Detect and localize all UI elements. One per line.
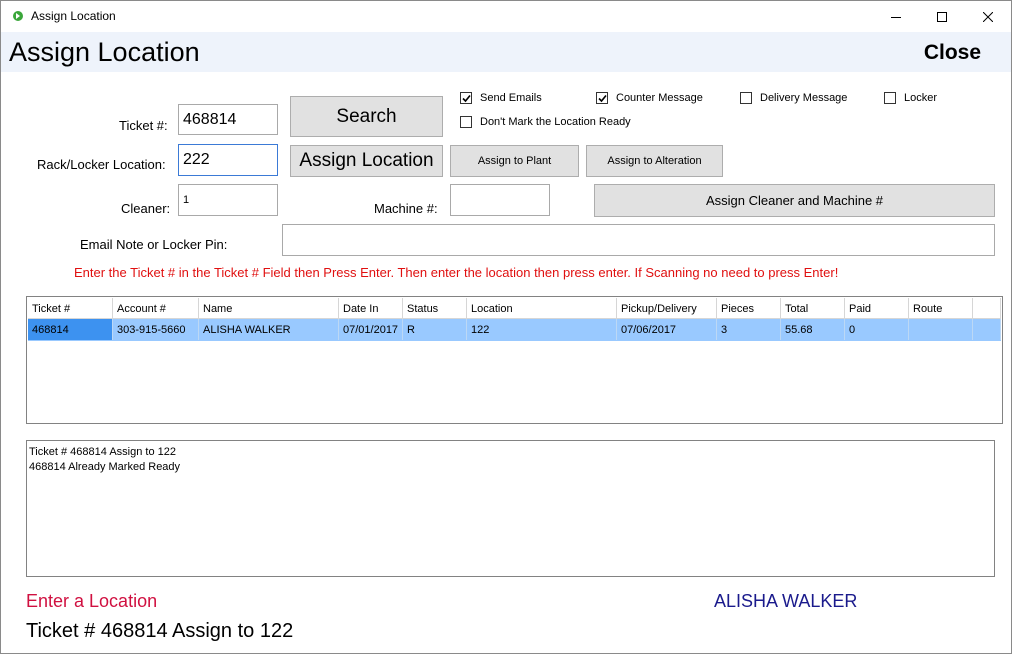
assign-to-alteration-button[interactable]: Assign to Alteration <box>586 145 723 177</box>
last-action-status: Ticket # 468814 Assign to 122 <box>26 620 294 642</box>
column-header[interactable]: Account # <box>113 298 199 319</box>
cell-filler <box>973 319 1001 340</box>
activity-log[interactable]: Ticket # 468814 Assign to 122 468814 Alr… <box>26 440 995 577</box>
cell-account[interactable]: 303-915-5660 <box>113 319 199 340</box>
table-row[interactable]: 468814 303-915-5660 ALISHA WALKER 07/01/… <box>28 319 1001 341</box>
checkmark-icon <box>598 94 607 103</box>
cell-date-in[interactable]: 07/01/2017 <box>339 319 403 340</box>
maximize-button[interactable] <box>919 1 965 32</box>
checkbox-box[interactable] <box>884 92 896 104</box>
tickets-grid[interactable]: Ticket # Account # Name Date In Status L… <box>26 296 1003 424</box>
location-label: Rack/Locker Location: <box>37 157 166 172</box>
counter-message-label: Counter Message <box>616 92 703 104</box>
dont-mark-ready-label: Don't Mark the Location Ready <box>480 116 631 128</box>
assign-cleaner-machine-button[interactable]: Assign Cleaner and Machine # <box>594 184 995 217</box>
close-button[interactable]: Close <box>924 41 981 65</box>
cell-status[interactable]: R <box>403 319 467 340</box>
cell-total[interactable]: 55.68 <box>781 319 845 340</box>
log-line: 468814 Already Marked Ready <box>29 461 181 473</box>
locker-label: Locker <box>904 92 938 104</box>
checkbox-box[interactable] <box>460 92 472 104</box>
customer-name: ALISHA WALKER <box>714 591 858 611</box>
column-header[interactable]: Total <box>781 298 845 319</box>
status-prompt: Enter a Location <box>26 591 158 611</box>
send-emails-checkbox[interactable]: Send Emails <box>460 92 542 104</box>
email-note-input[interactable] <box>282 224 995 256</box>
instruction-hint: Enter the Ticket # in the Ticket # Field… <box>74 265 839 280</box>
dont-mark-ready-checkbox[interactable]: Don't Mark the Location Ready <box>460 116 631 128</box>
search-button[interactable]: Search <box>290 96 443 137</box>
checkmark-icon <box>462 94 471 103</box>
cell-ticket[interactable]: 468814 <box>28 319 113 340</box>
cell-paid[interactable]: 0 <box>845 319 909 340</box>
cell-name[interactable]: ALISHA WALKER <box>199 319 339 340</box>
column-header[interactable]: Date In <box>339 298 403 319</box>
column-header[interactable]: Route <box>909 298 973 319</box>
counter-message-checkbox[interactable]: Counter Message <box>596 92 703 104</box>
send-emails-label: Send Emails <box>480 92 542 104</box>
close-icon <box>983 11 993 22</box>
app-icon <box>13 11 23 21</box>
cleaner-input[interactable] <box>178 184 278 216</box>
assign-to-plant-button[interactable]: Assign to Plant <box>450 145 579 177</box>
window-close-button[interactable] <box>965 1 1011 32</box>
window-title: Assign Location <box>31 9 116 23</box>
maximize-icon <box>937 11 947 22</box>
column-header[interactable]: Location <box>467 298 617 319</box>
minimize-icon <box>891 16 901 18</box>
assign-location-button[interactable]: Assign Location <box>290 145 443 177</box>
column-header-filler <box>973 298 1001 319</box>
minimize-button[interactable] <box>873 1 919 32</box>
grid-header: Ticket # Account # Name Date In Status L… <box>28 298 1001 320</box>
checkbox-box[interactable] <box>740 92 752 104</box>
page-title: Assign Location <box>9 37 200 67</box>
column-header[interactable]: Pickup/Delivery <box>617 298 717 319</box>
delivery-message-label: Delivery Message <box>760 92 848 104</box>
ticket-input[interactable] <box>178 104 278 135</box>
checkbox-box[interactable] <box>460 116 472 128</box>
column-header[interactable]: Status <box>403 298 467 319</box>
email-note-label: Email Note or Locker Pin: <box>80 237 228 252</box>
checkbox-box[interactable] <box>596 92 608 104</box>
cell-location[interactable]: 122 <box>467 319 617 340</box>
delivery-message-checkbox[interactable]: Delivery Message <box>740 92 847 104</box>
cleaner-label: Cleaner: <box>121 201 171 216</box>
column-header[interactable]: Paid <box>845 298 909 319</box>
column-header[interactable]: Name <box>199 298 339 319</box>
log-line: Ticket # 468814 Assign to 122 <box>29 446 176 458</box>
title-bar[interactable]: Assign Location <box>1 1 1011 32</box>
location-input[interactable] <box>178 144 278 176</box>
assign-location-window: Assign Location Assign Location Close Ti… <box>0 0 1012 654</box>
cell-pieces[interactable]: 3 <box>717 319 781 340</box>
cell-pickup-delivery[interactable]: 07/06/2017 <box>617 319 717 340</box>
machine-label: Machine #: <box>374 201 438 216</box>
machine-input[interactable] <box>450 184 550 216</box>
column-header[interactable]: Ticket # <box>28 298 113 319</box>
cell-route[interactable] <box>909 319 973 340</box>
locker-checkbox[interactable]: Locker <box>884 92 937 104</box>
ticket-label: Ticket #: <box>119 118 168 133</box>
column-header[interactable]: Pieces <box>717 298 781 319</box>
